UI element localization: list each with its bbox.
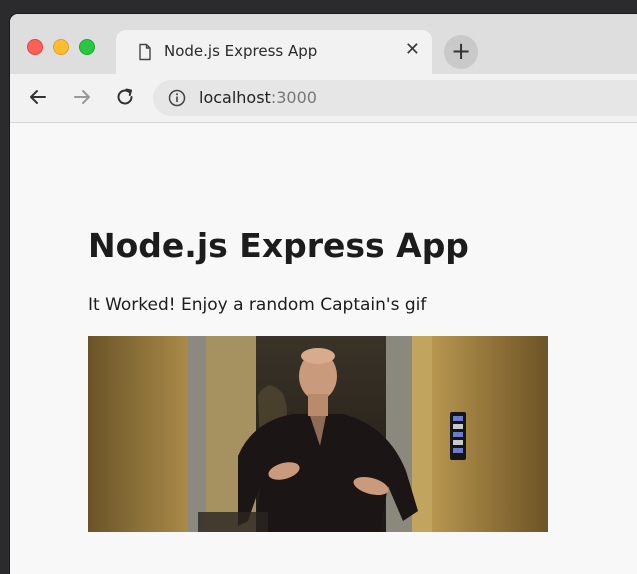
captain-gif-image xyxy=(88,336,548,532)
minimize-window-button[interactable] xyxy=(53,39,69,55)
url-port: :3000 xyxy=(270,88,317,107)
close-window-button[interactable] xyxy=(27,39,43,55)
new-tab-button[interactable]: + xyxy=(444,35,478,69)
url-host: localhost xyxy=(199,88,271,107)
info-icon[interactable] xyxy=(168,89,186,107)
tab-active[interactable]: Node.js Express App ✕ xyxy=(116,30,432,74)
toolbar: localhost:3000 xyxy=(10,74,637,123)
zoom-window-button[interactable] xyxy=(79,39,95,55)
url-text[interactable]: localhost:3000 xyxy=(199,88,317,107)
tab-bar: Node.js Express App ✕ + xyxy=(10,14,637,74)
document-icon xyxy=(137,43,153,61)
page-message: It Worked! Enjoy a random Captain's gif xyxy=(88,295,427,315)
page-heading: Node.js Express App xyxy=(88,226,469,265)
page-viewport: Node.js Express App It Worked! Enjoy a r… xyxy=(10,123,637,574)
back-arrow-icon[interactable] xyxy=(27,86,49,108)
reload-icon[interactable] xyxy=(114,86,136,108)
close-tab-icon[interactable]: ✕ xyxy=(405,40,420,60)
forward-arrow-icon[interactable] xyxy=(71,86,93,108)
browser-window: Node.js Express App ✕ + localhost:3000 N… xyxy=(10,14,637,574)
address-bar[interactable]: localhost:3000 xyxy=(153,80,637,116)
tab-title: Node.js Express App xyxy=(164,42,318,60)
